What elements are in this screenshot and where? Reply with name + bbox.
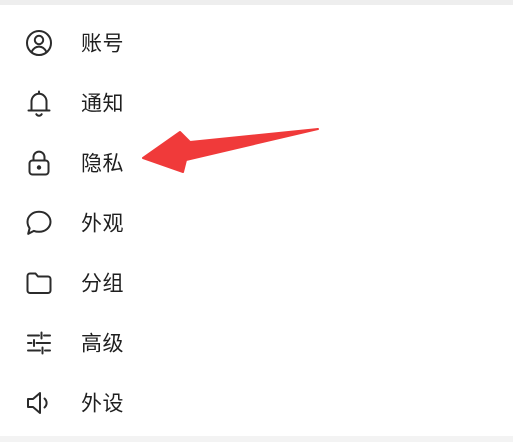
menu-item-label: 分组 [81, 271, 124, 296]
settings-menu: 账号 通知 隐私 外观 分组 高级 外设 [0, 13, 513, 433]
menu-item-groups[interactable]: 分组 [0, 253, 513, 313]
menu-item-notifications[interactable]: 通知 [0, 73, 513, 133]
sliders-icon [24, 328, 54, 358]
speaker-icon [24, 388, 54, 418]
top-divider [0, 0, 513, 5]
lock-icon [24, 148, 54, 178]
menu-item-appearance[interactable]: 外观 [0, 193, 513, 253]
menu-item-label: 隐私 [81, 151, 124, 176]
menu-item-privacy[interactable]: 隐私 [0, 133, 513, 193]
menu-item-advanced[interactable]: 高级 [0, 313, 513, 373]
menu-item-label: 高级 [81, 331, 124, 356]
menu-item-label: 通知 [81, 91, 124, 116]
bell-icon [24, 88, 54, 118]
menu-item-label: 账号 [81, 31, 124, 56]
folder-icon [24, 268, 54, 298]
chat-bubble-icon [24, 208, 54, 238]
menu-item-label: 外观 [81, 211, 124, 236]
user-circle-icon [24, 28, 54, 58]
menu-item-peripherals[interactable]: 外设 [0, 373, 513, 433]
menu-item-account[interactable]: 账号 [0, 13, 513, 73]
menu-item-label: 外设 [81, 391, 124, 416]
bottom-divider [0, 436, 513, 442]
